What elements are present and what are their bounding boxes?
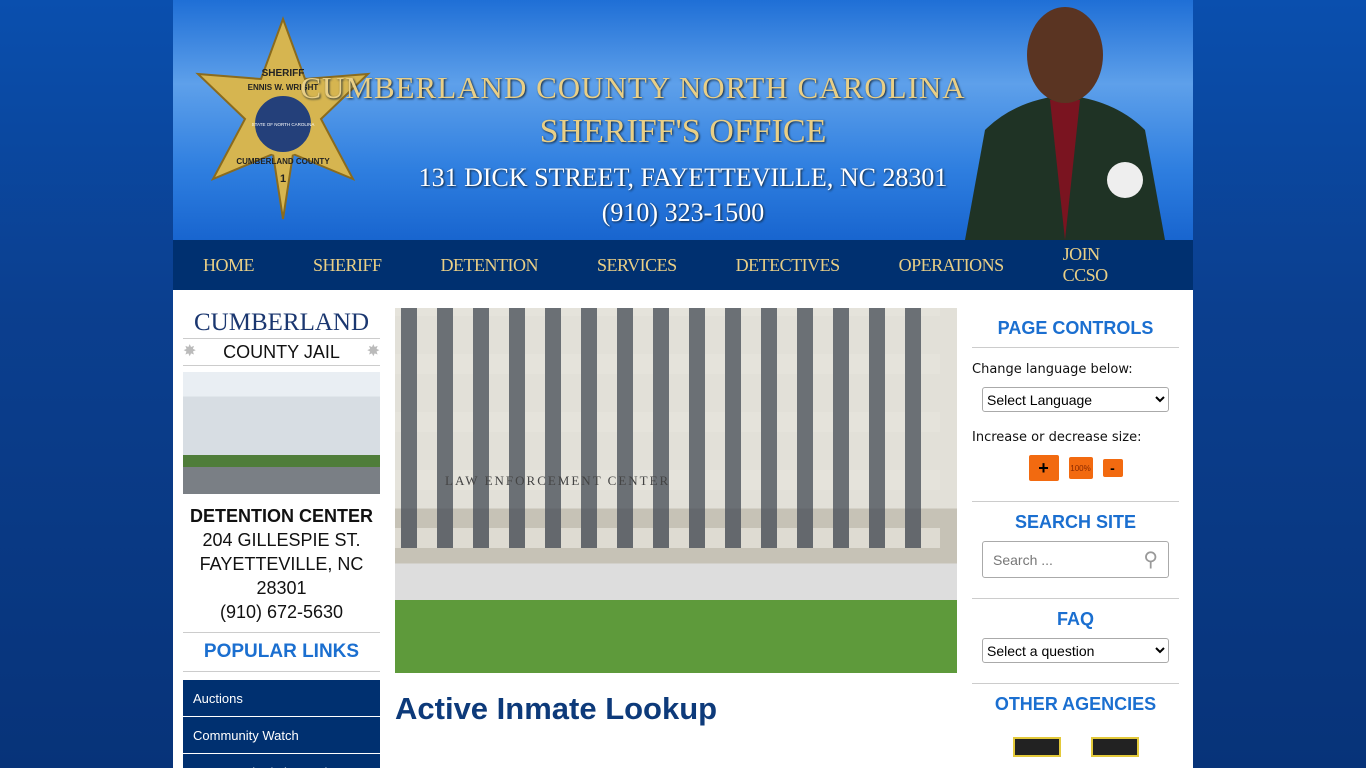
search-placeholder: Search ...	[993, 551, 1053, 568]
other-agencies-heading: OTHER AGENCIES	[994, 694, 1157, 714]
decrease-size-button[interactable]: -	[1102, 459, 1123, 477]
link-auctions[interactable]: Auctions	[183, 680, 380, 716]
jail-subtitle-text: COUNTY JAIL	[223, 342, 340, 362]
agency-logo[interactable]	[1090, 737, 1139, 757]
size-label: Increase or decrease size:	[972, 430, 1142, 445]
faq-heading: FAQ	[1056, 609, 1094, 629]
nav-join-ccso[interactable]: JOIN CCSO	[1063, 244, 1134, 286]
faq-select[interactable]: Select a question	[982, 638, 1169, 663]
detention-name: DETENTION CENTER	[189, 506, 373, 526]
detention-phone: (910) 672-5630	[219, 602, 344, 622]
language-label: Change language below:	[972, 362, 1133, 377]
header-title: CUMBERLAND COUNTY NORTH CAROLINA	[300, 70, 966, 105]
nav-home[interactable]: HOME	[203, 255, 255, 276]
search-input[interactable]: Search ... ⚲	[982, 541, 1169, 578]
popular-links-heading: POPULAR LINKS	[183, 632, 380, 672]
search-icon[interactable]: ⚲	[1143, 547, 1158, 572]
zip: 28301	[256, 578, 307, 598]
nav-detectives[interactable]: DETECTIVES	[736, 255, 840, 276]
city: FAYETTEVILLE, NC	[199, 554, 364, 574]
page-title: Active Inmate Lookup	[395, 691, 718, 726]
nav-operations[interactable]: OPERATIONS	[899, 255, 1005, 276]
nav-services[interactable]: SERVICES	[597, 255, 677, 276]
main-content: LAW ENFORCEMENT CENTER Active Inmate Loo…	[395, 308, 957, 727]
star-icon: ✸	[366, 343, 380, 360]
nav-detention[interactable]: DETENTION	[441, 255, 539, 276]
nav-sheriff[interactable]: SHERIFF	[313, 255, 382, 276]
agency-logo[interactable]	[1012, 737, 1061, 757]
language-select[interactable]: Select Language	[982, 387, 1169, 412]
main-nav: HOME SHERIFF DETENTION SERVICES DETECTIV…	[173, 240, 1193, 290]
sheriff-portrait	[965, 7, 1165, 240]
law-enforcement-center-photo: LAW ENFORCEMENT CENTER	[395, 308, 957, 673]
link-community-watch[interactable]: Community Watch	[183, 717, 380, 753]
building-sign: LAW ENFORCEMENT CENTER	[445, 473, 671, 488]
reset-size-button[interactable]: 100%	[1068, 457, 1093, 479]
street: 204 GILLESPIE ST.	[202, 530, 361, 550]
right-sidebar: PAGE CONTROLS Change language below: Sel…	[972, 308, 1179, 757]
star-icon: ✸	[183, 343, 197, 360]
left-sidebar: CUMBERLAND ✸ COUNTY JAIL ✸ DETENTION CENTE…	[183, 308, 380, 768]
jail-title: CUMBERLAND	[183, 308, 380, 339]
link-gun-permits[interactable]: Gun Permits / Fingerprints	[183, 754, 380, 768]
page-controls-heading: PAGE CONTROLS	[972, 308, 1179, 348]
jail-photo	[183, 372, 380, 494]
increase-size-button[interactable]: +	[1028, 455, 1059, 481]
search-heading: SEARCH SITE	[972, 501, 1179, 541]
header-banner: SHERIFF ENNIS W. WRIGHT STATE OF NORTH C…	[173, 0, 1193, 240]
detention-address: DETENTION CENTER 204 GILLESPIE ST. FAYET…	[183, 504, 380, 624]
jail-subtitle: ✸ COUNTY JAIL ✸	[183, 339, 380, 366]
